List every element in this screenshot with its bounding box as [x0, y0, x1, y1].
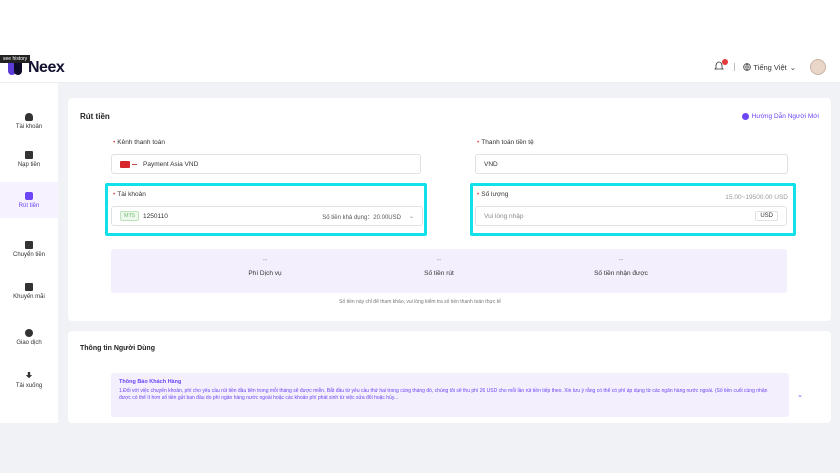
- sidebar-item-transfer[interactable]: Chuyển tiền: [0, 231, 58, 267]
- sidebar-item-label: Giao dịch: [16, 339, 42, 346]
- top-blank-area: [0, 0, 840, 51]
- top-header: Neex Tiếng Việt ⌄: [0, 51, 840, 83]
- service-fee: -- Phí Dịch vụ: [205, 257, 325, 277]
- sidebar-item-label: Chuyển tiền: [12, 251, 46, 258]
- sidebar-item-download[interactable]: Tải xuống: [0, 362, 58, 398]
- logo-text: Neex: [28, 59, 65, 76]
- amount-highlight-box: [470, 183, 796, 236]
- section-title: Thông tin Người Dùng: [80, 345, 155, 352]
- sidebar-item-label: Tài khoản: [15, 123, 43, 130]
- notification-dot: [722, 59, 729, 65]
- received-amount-value: --: [618, 257, 624, 264]
- bank-logo-mark: [132, 163, 137, 165]
- see-history-badge[interactable]: see history: [0, 55, 31, 63]
- language-label: Tiếng Việt: [753, 62, 787, 72]
- divider: [734, 63, 736, 71]
- user-icon: [25, 112, 33, 121]
- currency-field[interactable]: VND: [475, 154, 788, 174]
- sidebar-item-label: Nạp tiền: [17, 161, 41, 168]
- channel-value: Payment Asia VND: [143, 160, 199, 168]
- payment-channel-select[interactable]: Payment Asia VND: [111, 154, 421, 174]
- sidebar-item-withdraw[interactable]: Rút tiền: [0, 182, 58, 218]
- guide-label: Hướng Dẫn Người Mới: [751, 113, 819, 120]
- trade-icon: [25, 328, 33, 337]
- withdraw-icon: [25, 191, 33, 200]
- currency-label-text: Thanh toán tiền tệ: [481, 139, 534, 146]
- avatar[interactable]: [810, 59, 826, 75]
- customer-notice[interactable]: Thông Báo Khách Hàng 1.Đối với việc chuy…: [111, 373, 803, 417]
- withdraw-amount: -- Số tiền rút: [379, 257, 499, 277]
- withdraw-summary: -- Phí Dịch vụ -- Số tiền rút -- Số tiền nh…: [111, 249, 787, 293]
- withdraw-amount-label: Số tiền rút: [424, 270, 454, 277]
- service-fee-value: --: [262, 257, 268, 264]
- beginner-guide-link[interactable]: Hướng Dẫn Người Mới: [741, 113, 819, 120]
- withdraw-amount-value: --: [436, 257, 442, 264]
- sidebar-item-trading[interactable]: Giao dịch: [0, 319, 58, 355]
- bank-logo-icon: [120, 160, 130, 168]
- notice-title: Thông Báo Khách Hàng: [119, 379, 182, 385]
- service-fee-label: Phí Dịch vụ: [248, 270, 282, 277]
- language-selector[interactable]: Tiếng Việt ⌄: [743, 63, 796, 72]
- bell-icon[interactable]: [714, 59, 729, 73]
- currency-label: • Thanh toán tiền tệ: [477, 139, 534, 146]
- globe-icon: [743, 63, 752, 71]
- sidebar: Tài khoản Nạp tiền Rút tiền Chuyển tiền …: [0, 83, 58, 423]
- guide-icon: [741, 113, 749, 120]
- chevron-down-icon[interactable]: ⌄: [797, 391, 803, 399]
- sidebar-item-label: Rút tiền: [18, 202, 40, 209]
- received-amount: -- Số tiền nhận được: [561, 257, 681, 277]
- account-highlight-box: [105, 183, 427, 236]
- page-title: Rút tiền: [80, 112, 110, 121]
- chevron-down-icon: ⌄: [789, 62, 796, 72]
- download-icon: [25, 371, 33, 379]
- sidebar-item-label: Tải xuống: [15, 382, 43, 389]
- sidebar-item-deposit[interactable]: Nạp tiền: [0, 141, 58, 177]
- sidebar-item-account[interactable]: Tài khoản: [0, 103, 58, 139]
- received-amount-label: Số tiền nhận được: [594, 270, 648, 277]
- deposit-icon: [25, 150, 33, 159]
- transfer-icon: [25, 240, 33, 249]
- reference-note: Số tiền này chỉ để tham khảo, vui lòng k…: [339, 299, 501, 305]
- channel-label: • Kênh thanh toán: [113, 139, 165, 146]
- promo-icon: [25, 282, 33, 291]
- notice-body: 1.Đối với việc chuyển khoản, phí cho yêu…: [119, 388, 768, 401]
- channel-label-text: Kênh thanh toán: [117, 139, 165, 146]
- currency-value: VND: [484, 160, 498, 168]
